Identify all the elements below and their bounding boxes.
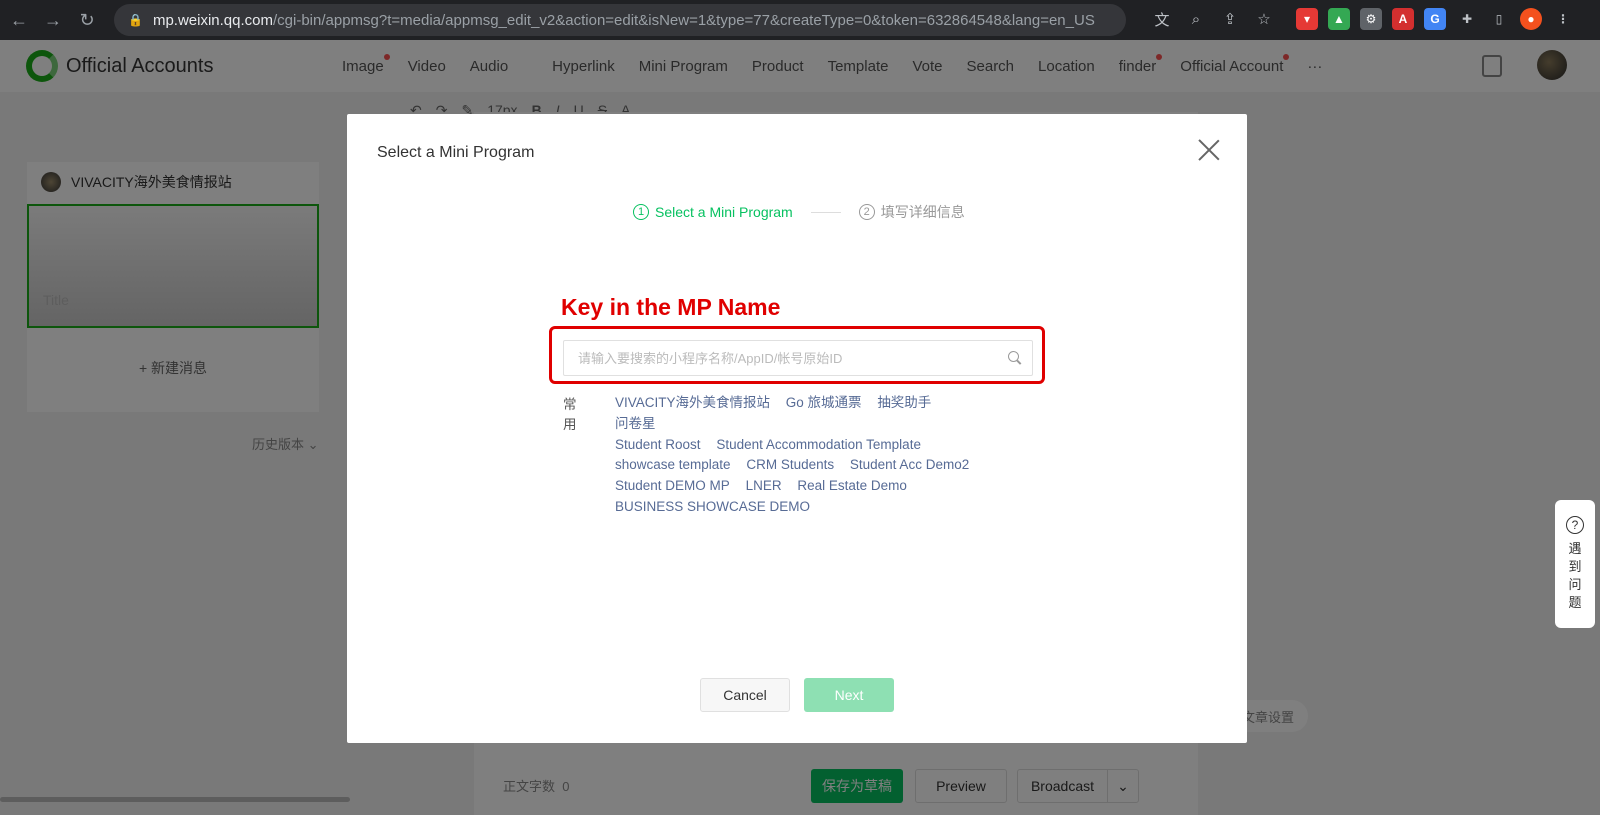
recent-item[interactable]: CRM Students (746, 457, 834, 472)
step-2: 2 填写详细信息 (858, 202, 965, 222)
step-1: 1 Select a Mini Program (633, 204, 793, 220)
extension-icon[interactable]: ⚙ (1360, 8, 1382, 30)
recent-item[interactable]: Student Accommodation Template (716, 437, 921, 452)
translate-icon[interactable]: 文 (1150, 7, 1174, 31)
annotation-label: Key in the MP Name (561, 294, 781, 320)
dialog-title: Select a Mini Program (377, 144, 535, 161)
pdf-extension-icon[interactable]: A (1392, 8, 1414, 30)
cancel-button[interactable]: Cancel (700, 678, 790, 712)
bookmark-star-icon[interactable]: ☆ (1252, 7, 1276, 31)
recent-item[interactable]: Go 旅城通票 (786, 395, 862, 410)
recent-item[interactable]: showcase template (615, 457, 731, 472)
recent-item[interactable]: Real Estate Demo (797, 478, 907, 493)
lock-icon: 🔒 (128, 13, 143, 27)
recent-item[interactable]: 抽奖助手 (877, 395, 931, 410)
step-connector (810, 211, 841, 213)
profile-avatar-icon[interactable]: ● (1520, 8, 1542, 30)
step-number: 1 (633, 204, 649, 220)
recent-item[interactable]: 问卷星 (615, 416, 656, 431)
recent-list: VIVACITY海外美食情报站 Go 旅城通票 抽奖助手 问卷星 Student… (615, 393, 995, 518)
question-icon: ? (1566, 516, 1584, 534)
step-indicator: 1 Select a Mini Program 2 填写详细信息 (633, 202, 965, 222)
back-icon[interactable]: ← (4, 5, 34, 35)
step-label: Select a Mini Program (655, 204, 793, 220)
pocket-extension-icon[interactable]: ▾ (1296, 8, 1318, 30)
next-button[interactable]: Next (804, 678, 894, 712)
modal-backdrop-header (0, 40, 1600, 92)
translate-extension-icon[interactable]: G (1424, 8, 1446, 30)
recent-item[interactable]: LNER (746, 478, 782, 493)
url-path: /cgi-bin/appmsg?t=media/appmsg_edit_v2&a… (273, 11, 1095, 29)
share-icon[interactable]: ⇪ (1218, 7, 1242, 31)
zoom-icon[interactable]: ⌕ (1184, 7, 1208, 31)
step-label: 填写详细信息 (880, 204, 965, 220)
address-bar[interactable]: 🔒 mp.weixin.qq.com /cgi-bin/appmsg?t=med… (114, 4, 1126, 36)
puzzle-icon[interactable]: ✚ (1456, 8, 1478, 30)
recent-item[interactable]: Student Roost (615, 437, 701, 452)
side-panel-icon[interactable]: ▯ (1488, 8, 1510, 30)
step-number: 2 (858, 204, 875, 220)
recent-item[interactable]: Student DEMO MP (615, 478, 730, 493)
recent-item[interactable]: VIVACITY海外美食情报站 (615, 395, 770, 410)
search-icon[interactable] (1008, 351, 1022, 365)
mini-program-search-field[interactable] (563, 340, 1033, 376)
browser-menu-icon[interactable]: ⋮ (1552, 8, 1574, 30)
recent-item[interactable]: Student Acc Demo2 (850, 457, 969, 472)
help-widget[interactable]: ? 遇 到 问 题 (1555, 500, 1595, 628)
forward-icon[interactable]: → (38, 5, 68, 35)
recent-item[interactable]: BUSINESS SHOWCASE DEMO (615, 499, 810, 514)
drive-extension-icon[interactable]: ▲ (1328, 8, 1350, 30)
recent-label: 常用 (563, 397, 577, 432)
url-host: mp.weixin.qq.com (152, 11, 273, 29)
select-mini-program-dialog: Select a Mini Program 1 Select a Mini Pr… (347, 114, 1247, 743)
search-input[interactable] (564, 341, 994, 375)
close-icon[interactable] (1197, 138, 1221, 162)
browser-toolbar: ← → ↻ 🔒 mp.weixin.qq.com /cgi-bin/appmsg… (0, 0, 1600, 40)
reload-icon[interactable]: ↻ (72, 5, 102, 35)
